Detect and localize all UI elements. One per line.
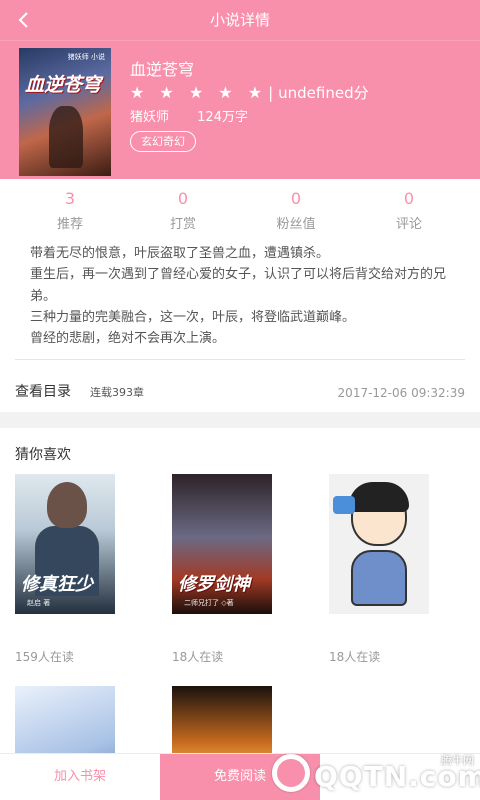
synopsis-line: 三种力量的完美融合，这一次，叶辰，将登临武道巅峰。	[30, 309, 356, 325]
stat-reward[interactable]: 0 打赏	[123, 179, 243, 232]
page-title: 小说详情	[209, 11, 270, 29]
cover-figure	[333, 496, 355, 514]
cover-figure	[49, 106, 83, 168]
reader-count: 18人在读	[172, 650, 224, 664]
star-rating-icon: ★ ★ ★ ★ ★	[130, 83, 268, 102]
book-cover: 猪妖师 小说 血逆苍穹	[19, 48, 111, 176]
stat-value: 0	[177, 189, 189, 208]
synopsis-line: 带着无尽的恨意，叶辰盗取了圣兽之血，遭遇镇杀。	[30, 246, 330, 261]
divider	[15, 359, 465, 360]
stat-label: 打赏	[169, 217, 196, 232]
cover-figure	[351, 550, 407, 606]
genre-tag[interactable]: 玄幻奇幻	[130, 131, 196, 152]
stat-value: 3	[64, 189, 76, 208]
catalog-label[interactable]: 查看目录	[15, 374, 71, 410]
stat-recommend[interactable]: 3 推荐	[10, 179, 130, 232]
word-count: 124万字	[197, 110, 248, 125]
book-meta: 猪妖师 124万字	[130, 106, 248, 125]
cover-figure	[47, 482, 87, 528]
rating-score: undefined分	[278, 84, 369, 102]
cover-subtitle: 猪妖师 小说	[67, 53, 105, 61]
rating-separator: |	[268, 83, 274, 102]
reader-count: 18人在读	[329, 650, 381, 664]
stat-label: 粉丝值	[276, 217, 316, 232]
cover-title: 血逆苍穹	[25, 74, 102, 96]
recommend-book[interactable]: 18人在读	[329, 474, 429, 664]
stats-bar: 3 推荐 0 打赏 0 粉丝值 0 评论	[0, 179, 480, 237]
stat-comments[interactable]: 0 评论	[349, 179, 469, 232]
author-name[interactable]: 猪妖师	[130, 110, 169, 125]
book-cover: 修罗剑神 二师兄打了 ◇著	[172, 474, 272, 614]
stat-label: 推荐	[56, 217, 83, 232]
update-time: 2017-12-06 09:32:39	[337, 386, 465, 400]
catalog-row[interactable]: 查看目录 连载393章 2017-12-06 09:32:39	[0, 374, 480, 412]
rating-row: ★ ★ ★ ★ ★ | undefined分	[130, 82, 369, 103]
recommend-section: 猜你喜欢 修真狂少 赵启 著 159人在读 修罗剑神 二师兄打了 ◇著 18人在…	[0, 428, 480, 800]
cover-figure	[349, 482, 409, 512]
recommend-book[interactable]: 修真狂少 赵启 著 159人在读	[15, 474, 115, 664]
synopsis: 带着无尽的恨意，叶辰盗取了圣兽之血，遭遇镇杀。 重生后，再一次遇到了曾经心爱的女…	[0, 237, 480, 374]
bottom-action-bar: 加入书架 免费阅读	[0, 753, 480, 800]
recommend-title: 猜你喜欢	[15, 447, 71, 463]
cover-title: 修罗剑神	[178, 574, 250, 595]
synopsis-line: 重生后，再一次遇到了曾经心爱的女子，认识了可以将后背交给对方的兄弟。	[30, 267, 447, 304]
add-to-shelf-button[interactable]: 加入书架	[0, 754, 160, 800]
synopsis-line: 曾经的悲剧，绝对不会再次上演。	[30, 331, 226, 347]
stat-label: 评论	[395, 217, 422, 232]
recommend-book[interactable]: 修罗剑神 二师兄打了 ◇著 18人在读	[172, 474, 272, 664]
cover-title: 修真狂少	[21, 574, 93, 595]
cover-subtitle: 二师兄打了 ◇著	[184, 599, 234, 607]
stat-fans[interactable]: 0 粉丝值	[236, 179, 356, 232]
title-bar: 小说详情	[0, 0, 480, 40]
cover-subtitle: 赵启 著	[27, 599, 51, 607]
download-button[interactable]	[320, 754, 480, 800]
book-cover	[329, 474, 429, 614]
reader-count: 159人在读	[15, 650, 74, 664]
stat-value: 0	[403, 189, 415, 208]
book-title: 血逆苍穹	[130, 60, 195, 79]
free-read-button[interactable]: 免费阅读	[160, 754, 320, 800]
chapter-count: 连载393章	[90, 386, 144, 399]
book-cover: 修真狂少 赵启 著	[15, 474, 115, 614]
stat-value: 0	[290, 189, 302, 208]
